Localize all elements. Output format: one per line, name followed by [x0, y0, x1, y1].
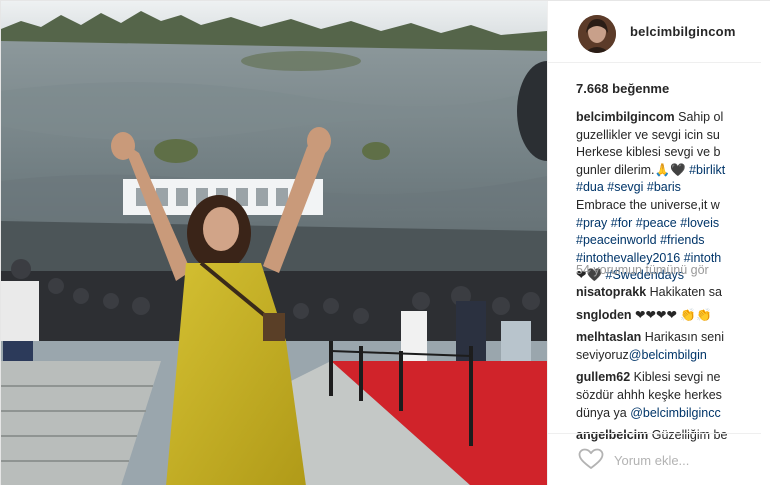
heart-outline-icon[interactable]	[578, 448, 606, 472]
caption-username[interactable]: belcimbilgincom	[576, 110, 675, 124]
photo-illustration	[1, 1, 547, 485]
comment-line: sngloden ❤❤❤❤ 👏👏	[576, 307, 770, 325]
comment-text: Kiblesi sevgi ne	[630, 370, 721, 385]
caption-text: Embrace the universe,it w	[576, 197, 720, 212]
comment-text: dünya ya	[576, 405, 631, 420]
caption-line: #dua #sevgi #baris	[576, 179, 770, 197]
post-caption: belcimbilgincom Sahip ol guzellikler ve s…	[576, 109, 770, 285]
like-count[interactable]: 7.668 beğenme	[576, 81, 669, 96]
comment-line: melhtaslan Harikasın seni	[576, 329, 770, 347]
profile-avatar[interactable]	[578, 15, 616, 53]
caption-line: #peaceinworld #friends	[576, 232, 770, 250]
add-comment-input[interactable]	[614, 447, 754, 473]
comment-line: gullem62 Kiblesi sevgi ne	[576, 369, 770, 387]
mention-link[interactable]: @belcimbilgin	[629, 348, 707, 362]
comment-item: nisatoprakk Hakikaten sa	[576, 284, 770, 302]
comment-line: seviyoruz@belcimbilgin	[576, 347, 770, 365]
hashtag-link[interactable]: #dua #sevgi #baris	[576, 180, 681, 194]
edge-border	[761, 1, 770, 485]
comment-text: sözdür ahhh keşke herkes	[576, 387, 722, 402]
comment-list: nisatoprakk Hakikaten sa sngloden ❤❤❤❤ 👏👏…	[576, 284, 770, 450]
caption-line: belcimbilgincom Sahip ol	[576, 109, 770, 127]
comment-text: Harikasın seni	[641, 330, 724, 345]
view-all-comments-link[interactable]: 54 yorumun tümünü gör	[576, 263, 709, 277]
comment-line: sözdür ahhh keşke herkes	[576, 387, 770, 405]
caption-line: Herkese kiblesi sevgi ve b	[576, 144, 770, 162]
hashtag-link[interactable]: #peaceinworld #friends	[576, 233, 705, 247]
comment-username[interactable]: gullem62	[576, 370, 630, 384]
comment-line: nisatoprakk Hakikaten sa	[576, 284, 770, 302]
post-side-panel: belcimbilgincom 7.668 beğenme belcimbilg…	[547, 1, 770, 485]
comment-username[interactable]: nisatoprakk	[576, 285, 646, 299]
comment-text: ❤❤❤❤ 👏👏	[631, 307, 712, 322]
caption-line: guzellikler ve sevgi icin su	[576, 127, 770, 145]
hashtag-link[interactable]: #birlikt	[689, 163, 725, 177]
caption-text: Herkese kiblesi sevgi ve b	[576, 145, 721, 160]
post-photo[interactable]	[1, 1, 547, 485]
caption-line: gunler dilerim.🙏🖤 #birlikt	[576, 162, 770, 180]
comment-line: dünya ya @belcimbilgincc	[576, 405, 770, 423]
post-header: belcimbilgincom	[548, 1, 770, 63]
comment-text: Hakikaten sa	[646, 285, 722, 299]
comment-item: melhtaslan Harikasın seni seviyoruz@belci…	[576, 329, 770, 364]
comment-item: gullem62 Kiblesi sevgi ne sözdür ahhh keş…	[576, 369, 770, 422]
comment-username[interactable]: melhtaslan	[576, 330, 641, 344]
comment-item: sngloden ❤❤❤❤ 👏👏	[576, 307, 770, 325]
caption-line: Embrace the universe,it w	[576, 197, 770, 215]
avatar-image	[578, 15, 616, 53]
caption-text: gunler dilerim.🙏🖤	[576, 162, 690, 177]
caption-line: #pray #for #peace #loveis	[576, 215, 770, 233]
post-footer	[548, 433, 770, 485]
instagram-post-frame: belcimbilgincom 7.668 beğenme belcimbilg…	[0, 0, 770, 485]
comment-username[interactable]: sngloden	[576, 308, 632, 322]
mention-link[interactable]: @belcimbilgincc	[630, 406, 721, 420]
caption-text: guzellikler ve sevgi icin su	[576, 127, 720, 142]
hashtag-link[interactable]: #pray #for #peace #loveis	[576, 216, 719, 230]
comment-text: seviyoruz	[576, 347, 629, 362]
post-username[interactable]: belcimbilgincom	[630, 24, 736, 39]
caption-text: Sahip ol	[674, 110, 724, 124]
